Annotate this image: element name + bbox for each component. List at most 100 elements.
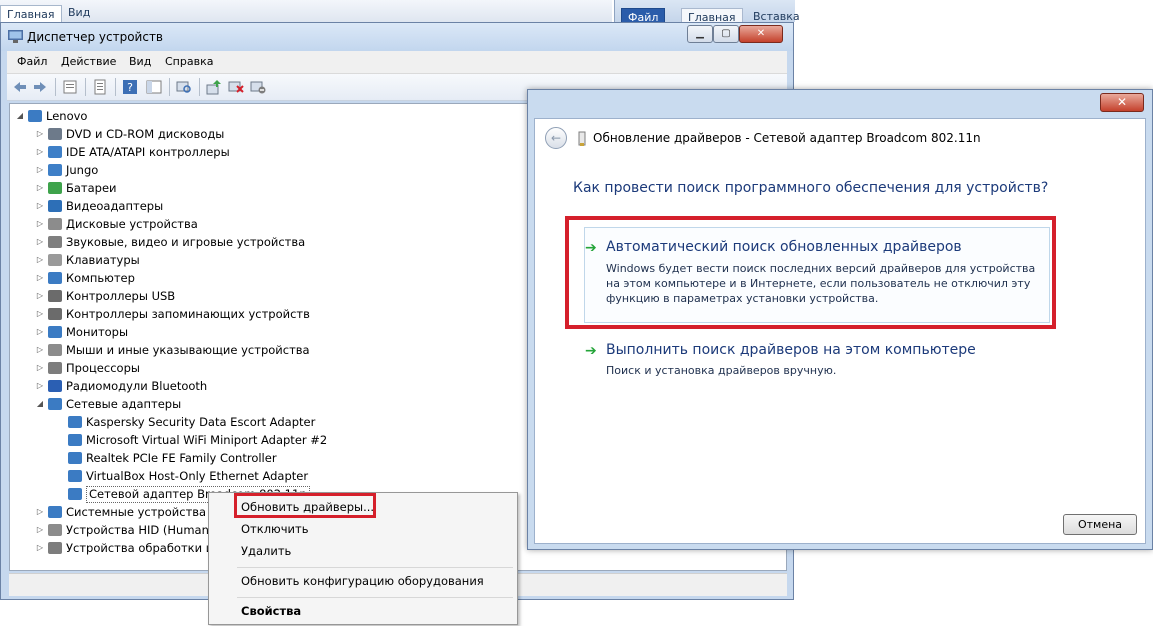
tree-line: [56, 467, 64, 485]
background-ribbon: Главная Вид: [0, 0, 612, 24]
tree-line: [56, 449, 64, 467]
highlight-update-driver: [234, 493, 376, 518]
expand-arrow-icon[interactable]: ▷: [36, 215, 44, 233]
tree-item-label: Радиомодули Bluetooth: [66, 379, 208, 393]
collapse-arrow-icon[interactable]: ◢: [36, 395, 44, 413]
tree-item-label: Kaspersky Security Data Escort Adapter: [86, 415, 316, 429]
update-driver-icon[interactable]: [205, 78, 223, 96]
expand-arrow-icon[interactable]: ▷: [36, 341, 44, 359]
expand-arrow-icon[interactable]: ▷: [36, 323, 44, 341]
dialog-body: ← Обновление драйверов - Сетевой адаптер…: [534, 118, 1146, 544]
menu-view[interactable]: Вид: [129, 55, 151, 68]
device-category-icon: [48, 164, 62, 176]
tree-item-label: Microsoft Virtual WiFi Miniport Adapter …: [86, 433, 328, 447]
tree-line: [56, 431, 64, 449]
tree-item-label: Системные устройства: [66, 505, 207, 519]
expand-arrow-icon[interactable]: ▷: [36, 521, 44, 539]
highlight-auto-search: [565, 216, 1056, 329]
expand-arrow-icon[interactable]: ▷: [36, 233, 44, 251]
dialog-title: Обновление драйверов - Сетевой адаптер B…: [593, 131, 981, 145]
menu-item-uninstall[interactable]: Удалить: [241, 544, 291, 558]
cancel-button[interactable]: Отмена: [1063, 514, 1137, 535]
scan-hardware-icon[interactable]: [175, 78, 193, 96]
back-arrow-icon[interactable]: [11, 78, 29, 96]
expand-arrow-icon[interactable]: ▷: [36, 125, 44, 143]
menu-help[interactable]: Справка: [165, 55, 213, 68]
dialog-close-button[interactable]: ✕: [1100, 93, 1144, 112]
tree-item-label: Lenovo: [46, 109, 88, 123]
menu-file[interactable]: Файл: [17, 55, 47, 68]
tree-item-label: Jungo: [66, 163, 99, 177]
expand-arrow-icon[interactable]: ▷: [36, 539, 44, 557]
menu-separator: [237, 567, 513, 568]
back-button[interactable]: ←: [545, 127, 567, 149]
expand-arrow-icon[interactable]: ▷: [36, 251, 44, 269]
tree-item-label: Сетевые адаптеры: [66, 397, 182, 411]
expand-arrow-icon[interactable]: ▷: [36, 305, 44, 323]
device-category-icon: [48, 254, 62, 266]
properties-icon[interactable]: [61, 78, 79, 96]
collapse-arrow-icon[interactable]: ◢: [16, 107, 24, 125]
option-browse-computer-title[interactable]: Выполнить поиск драйверов на этом компью…: [606, 342, 976, 358]
device-category-icon: [48, 398, 62, 410]
expand-arrow-icon[interactable]: ▷: [36, 179, 44, 197]
menu-item-scan-hardware[interactable]: Обновить конфигурацию оборудования: [241, 574, 484, 588]
help-icon[interactable]: ?: [121, 78, 139, 96]
expand-arrow-icon[interactable]: ▷: [36, 377, 44, 395]
forward-arrow-icon[interactable]: [31, 78, 49, 96]
toolbar-separator: [85, 78, 86, 96]
tree-item-label: Устройства обработки из: [66, 541, 220, 555]
menu-item-properties[interactable]: Свойства: [241, 604, 301, 618]
bg-tab-view[interactable]: Вид: [62, 4, 96, 22]
minimize-icon: ▁: [696, 28, 704, 39]
tree-item-label: Мониторы: [66, 325, 129, 339]
close-icon: ✕: [1116, 95, 1128, 109]
expand-arrow-icon[interactable]: ▷: [36, 503, 44, 521]
panel-icon[interactable]: [145, 78, 163, 96]
tree-item-label: Компьютер: [66, 271, 135, 285]
tree-item-label: Звуковые, видео и игровые устройства: [66, 235, 306, 249]
device-category-icon: [48, 272, 62, 284]
device-manager-title: Диспетчер устройств: [27, 30, 164, 44]
device-category-icon: [28, 110, 42, 122]
toolbar-separator: [55, 78, 56, 96]
device-category-icon: [68, 470, 82, 482]
device-category-icon: [48, 290, 62, 302]
device-category-icon: [68, 452, 82, 464]
device-category-icon: [48, 542, 62, 554]
tree-item-label: Контроллеры запоминающих устройств: [66, 307, 310, 321]
document-icon[interactable]: [91, 78, 109, 96]
tree-item-label: Realtek PCIe FE Family Controller: [86, 451, 277, 465]
close-button[interactable]: ✕: [739, 25, 783, 43]
tree-item-label: IDE ATA/ATAPI контроллеры: [66, 145, 230, 159]
tree-item-label: Дисковые устройства: [66, 217, 198, 231]
back-arrow-icon: ←: [550, 131, 562, 145]
dialog-question: Как провести поиск программного обеспече…: [573, 180, 1049, 196]
device-category-icon: [48, 326, 62, 338]
maximize-icon: ▢: [721, 28, 731, 39]
expand-arrow-icon[interactable]: ▷: [36, 143, 44, 161]
minimize-button[interactable]: ▁: [687, 25, 713, 43]
green-arrow-icon: ➔: [585, 343, 597, 359]
device-manager-titlebar[interactable]: Диспетчер устройств ▁ ▢ ✕: [1, 23, 793, 51]
maximize-button[interactable]: ▢: [713, 25, 739, 43]
disable-device-icon[interactable]: [249, 78, 267, 96]
expand-arrow-icon[interactable]: ▷: [36, 359, 44, 377]
device-category-icon: [48, 236, 62, 248]
menu-item-disable[interactable]: Отключить: [241, 522, 308, 536]
device-category-icon: [48, 308, 62, 320]
expand-arrow-icon[interactable]: ▷: [36, 197, 44, 215]
device-category-icon: [48, 218, 62, 230]
device-category-icon: [48, 200, 62, 212]
tree-item-label: Клавиатуры: [66, 253, 140, 267]
tree-item-label: Устройства HID (Human: [66, 523, 209, 537]
option-browse-computer-description: Поиск и установка драйверов вручную.: [606, 364, 837, 377]
menu-separator: [237, 597, 513, 598]
menu-action[interactable]: Действие: [61, 55, 116, 68]
expand-arrow-icon[interactable]: ▷: [36, 161, 44, 179]
expand-arrow-icon[interactable]: ▷: [36, 269, 44, 287]
expand-arrow-icon[interactable]: ▷: [36, 287, 44, 305]
tree-item-label: Контроллеры USB: [66, 289, 176, 303]
uninstall-icon[interactable]: [227, 78, 245, 96]
device-category-icon: [68, 488, 82, 500]
